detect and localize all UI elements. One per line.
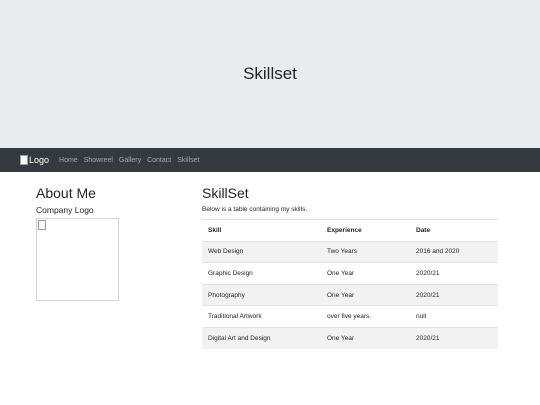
broken-image-icon [20, 155, 28, 165]
skillset-title: SkillSet [202, 185, 249, 201]
nav-link-skillset[interactable]: Skillset [177, 157, 199, 164]
navbar-brand-logo[interactable]: Logo [20, 155, 49, 165]
table-row: Graphic Design One Year 2020/21 [202, 262, 498, 285]
hero-banner: Skillset [0, 0, 540, 148]
skillset-section: SkillSet Below is a table containing my … [202, 184, 498, 349]
cell-skill: Web Design [202, 240, 321, 263]
cell-skill: Digital Art and Design [202, 326, 321, 349]
table-row: Traditional Artwork over five years. nul… [202, 305, 498, 328]
cell-experience: One Year [321, 262, 410, 285]
cell-date: 2020/21 [410, 326, 498, 349]
cell-experience: over five years. [321, 305, 410, 328]
about-title: About Me [36, 185, 96, 201]
cell-experience: Two Years [321, 240, 410, 263]
about-subtitle: Company Logo [36, 205, 94, 215]
nav-link-gallery[interactable]: Gallery [119, 157, 141, 164]
company-logo-image [36, 218, 119, 301]
cell-experience: One Year [321, 326, 410, 349]
cell-date: 2020/21 [410, 262, 498, 285]
cell-experience: One Year [321, 283, 410, 306]
table-row: Photography One Year 2020/21 [202, 283, 498, 306]
cell-date: 2016 and 2020 [410, 240, 498, 263]
hero-title: Skillset [243, 64, 297, 83]
broken-image-icon [38, 220, 46, 230]
column-header-experience: Experience [321, 219, 410, 242]
cell-date: 2020/21 [410, 283, 498, 306]
table-row: Web Design Two Years 2016 and 2020 [202, 240, 498, 263]
brand-alt-text: Logo [29, 155, 50, 165]
cell-skill: Photography [202, 283, 321, 306]
navbar: Logo Home Showreel Gallery Contact Skill… [0, 148, 540, 172]
cell-skill: Graphic Design [202, 262, 321, 285]
column-header-date: Date [410, 219, 498, 242]
nav-link-home[interactable]: Home [59, 157, 78, 164]
nav-link-showreel[interactable]: Showreel [84, 157, 113, 164]
skills-table: Skill Experience Date Web Design Two Yea… [202, 219, 498, 349]
nav-link-contact[interactable]: Contact [147, 157, 171, 164]
table-header-row: Skill Experience Date [202, 219, 498, 242]
about-section: About Me Company Logo [36, 184, 186, 301]
cell-skill: Traditional Artwork [202, 305, 321, 328]
nav-links: Home Showreel Gallery Contact Skillset [59, 157, 205, 164]
column-header-skill: Skill [202, 219, 321, 242]
table-row: Digital Art and Design One Year 2020/21 [202, 326, 498, 349]
skillset-description: Below is a table containing my skills. [202, 206, 308, 213]
cell-date: null [410, 305, 498, 328]
